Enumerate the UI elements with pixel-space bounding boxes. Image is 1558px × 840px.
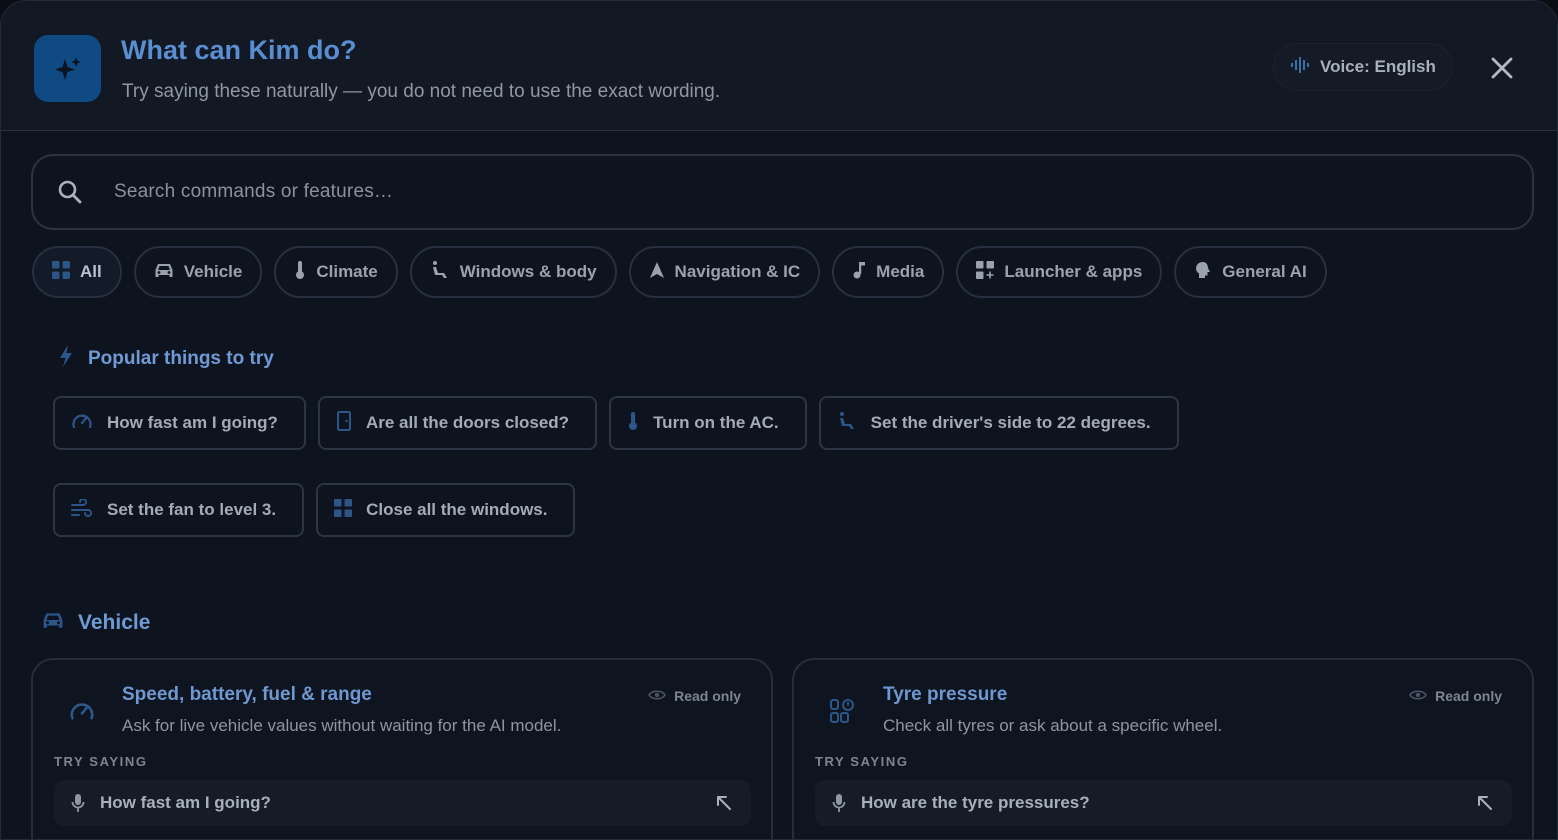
chip-label: Windows & body [459, 262, 597, 281]
thermometer-icon [294, 260, 306, 285]
insert-arrow-icon[interactable] [713, 792, 735, 814]
feature-card-speed[interactable]: Speed, battery, fuel & range Ask for liv… [31, 658, 773, 839]
example-command[interactable]: How are the tyre pressures? [815, 780, 1512, 826]
speedometer-icon [71, 411, 93, 436]
chip-label: All [80, 262, 102, 281]
card-title: Tyre pressure [883, 684, 1008, 705]
example-command[interactable]: How fast am I going? [54, 780, 751, 826]
apps-icon [976, 260, 995, 284]
card-description: Ask for live vehicle values without wait… [122, 716, 562, 735]
brain-icon [1194, 261, 1212, 284]
header: What can Kim do? Try saying these natura… [1, 1, 1557, 131]
chip-label: General AI [1222, 262, 1307, 281]
grid-icon [52, 260, 70, 284]
seat-icon [837, 411, 857, 436]
example-text: How are the tyre pressures? [861, 793, 1090, 812]
waveform-icon [1290, 55, 1310, 80]
category-chip-general-ai[interactable]: General AI [1174, 246, 1327, 298]
popular-command[interactable]: Set the driver's side to 22 degrees. [818, 396, 1179, 450]
badge-label: Read only [1435, 688, 1502, 704]
popular-command-label: Close all the windows. [366, 500, 548, 519]
popular-command-label: Turn on the AC. [653, 413, 779, 432]
badge-label: Read only [674, 688, 741, 704]
music-note-icon [852, 261, 866, 284]
feature-card-tyre-pressure[interactable]: Tyre pressure Check all tyres or ask abo… [792, 658, 1534, 839]
fan-icon [71, 497, 93, 522]
example-text: How fast am I going? [100, 793, 271, 812]
popular-command-label: Are all the doors closed? [365, 413, 570, 432]
category-chip-launcher[interactable]: Launcher & apps [956, 246, 1163, 298]
category-chip-navigation[interactable]: Navigation & IC [628, 246, 821, 298]
microphone-icon [68, 793, 88, 813]
car-icon [42, 610, 64, 636]
popular-command[interactable]: Close all the windows. [316, 483, 576, 537]
read-only-badge: Read only [1409, 688, 1502, 704]
category-chip-climate[interactable]: Climate [274, 246, 398, 298]
popular-command[interactable]: Are all the doors closed? [317, 396, 598, 450]
car-icon [154, 261, 174, 284]
card-description: Check all tyres or ask about a specific … [883, 716, 1223, 735]
popular-commands: How fast am I going? Are all the doors c… [53, 396, 1413, 537]
search-bar[interactable]: Search commands or features… [31, 154, 1534, 230]
card-title: Speed, battery, fuel & range [122, 684, 372, 705]
eye-icon [648, 688, 667, 704]
tyre-icon [828, 696, 858, 726]
chip-label: Media [876, 262, 925, 281]
microphone-icon [829, 793, 849, 813]
eye-icon [1409, 688, 1428, 704]
try-saying-label: TRY SAYING [815, 754, 909, 769]
popular-title: Popular things to try [88, 348, 274, 369]
category-chip-windows-body[interactable]: Windows & body [409, 246, 617, 298]
bolt-icon [58, 344, 74, 374]
popular-section-title: Popular things to try [58, 344, 274, 374]
chip-label: Launcher & apps [1004, 262, 1143, 281]
search-input[interactable]: Search commands or features… [114, 181, 393, 203]
chip-label: Climate [316, 262, 378, 281]
close-icon [1491, 57, 1513, 79]
category-chip-media[interactable]: Media [832, 246, 945, 298]
insert-arrow-icon[interactable] [1474, 792, 1496, 814]
popular-command-label: Set the driver's side to 22 degrees. [870, 413, 1151, 432]
thermometer-icon [627, 411, 639, 436]
popular-command-label: How fast am I going? [107, 413, 278, 432]
vehicle-section-label: Vehicle [78, 611, 151, 634]
category-filters: All Vehicle Climate Windows & body Navig… [32, 246, 1327, 298]
window-icon [334, 498, 353, 522]
popular-command-label: Set the fan to level 3. [107, 500, 277, 519]
chip-label: Vehicle [183, 262, 243, 281]
category-chip-vehicle[interactable]: Vehicle [133, 246, 263, 298]
voice-selector[interactable]: Voice: English [1273, 43, 1453, 91]
door-icon [336, 410, 352, 436]
try-saying-label: TRY SAYING [54, 754, 148, 769]
popular-command[interactable]: Set the fan to level 3. [53, 483, 305, 537]
navigation-arrow-icon [649, 261, 665, 284]
seat-icon [430, 260, 450, 285]
close-button[interactable] [1485, 51, 1519, 85]
chip-label: Navigation & IC [674, 262, 801, 281]
popular-command[interactable]: Turn on the AC. [609, 396, 807, 450]
search-icon [55, 177, 85, 207]
page-subtitle: Try saying these naturally — you do not … [122, 81, 721, 102]
read-only-badge: Read only [648, 688, 741, 704]
vehicle-section-title: Vehicle [42, 610, 150, 636]
category-chip-all[interactable]: All [32, 246, 122, 298]
speedometer-icon [67, 696, 97, 726]
voice-label: Voice: English [1320, 57, 1436, 76]
help-panel: What can Kim do? Try saying these natura… [0, 0, 1558, 840]
page-title: What can Kim do? [121, 35, 357, 65]
popular-command[interactable]: How fast am I going? [53, 396, 306, 450]
sparkles-icon [34, 35, 101, 102]
